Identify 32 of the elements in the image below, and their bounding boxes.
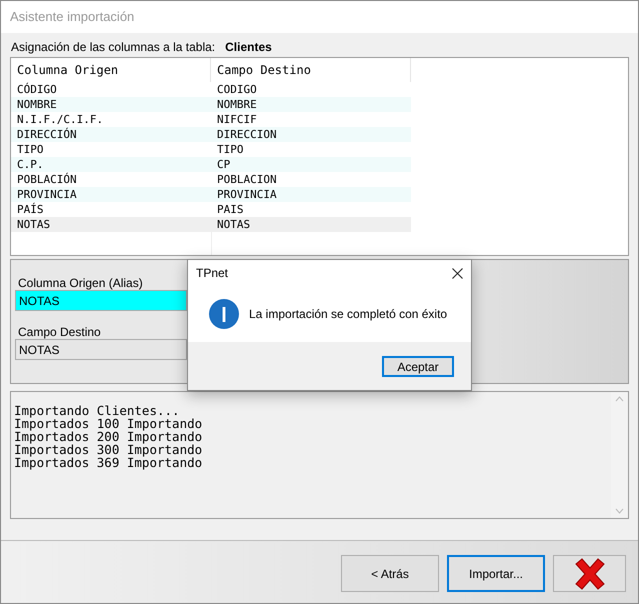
window-title: Asistente importación — [10, 8, 134, 26]
table-cell-text: CODIGO — [216, 82, 258, 97]
log-line: Importados 369 Importando — [14, 456, 204, 469]
log-line: Importados 100 Importando — [14, 417, 204, 430]
dialog-title: TPnet — [196, 265, 228, 282]
table-cell-text: PAIS — [216, 202, 244, 217]
table-cell-text: CÓDIGO — [16, 82, 58, 97]
table-cell-text: NOMBRE — [16, 97, 58, 112]
table-cell-text: NIFCIF — [216, 112, 258, 127]
table-cell-text: TIPO — [216, 142, 244, 157]
table-cell-text: TIPO — [16, 142, 44, 157]
table-cell-text: CP — [216, 157, 232, 172]
table-cell-text: DIRECCIÓN — [16, 127, 78, 142]
table-cell-text: NOMBRE — [216, 97, 258, 112]
table-cell-text: NOTAS — [216, 217, 252, 232]
field-label: Campo Destino — [17, 324, 102, 339]
table-cell-text: PROVINCIA — [216, 187, 278, 202]
table-name: Clientes — [225, 39, 272, 56]
dialog-message: La importación se completó con éxito — [249, 306, 448, 323]
table-cell-text: PROVINCIA — [16, 187, 78, 202]
table-cell-text: C.P. — [16, 157, 44, 172]
field-label: Columna Origen (Alias) — [17, 275, 144, 290]
table-cell-text: POBLACIÓN — [16, 172, 78, 187]
mapping-label: Asignación de las columnas a la tabla: — [11, 39, 216, 56]
table-cell-text: DIRECCION — [216, 127, 278, 142]
log-line: Importados 300 Importando — [14, 443, 204, 456]
log-line: Importando Clientes... — [14, 404, 181, 417]
table-cell-text: PAÍS — [16, 202, 44, 217]
table-cell-text: N.I.F./C.I.F. — [16, 112, 104, 127]
table-cell-text: NOTAS — [16, 217, 52, 232]
table-cell-text: POBLACION — [216, 172, 278, 187]
log-line: Importados 200 Importando — [14, 430, 204, 443]
